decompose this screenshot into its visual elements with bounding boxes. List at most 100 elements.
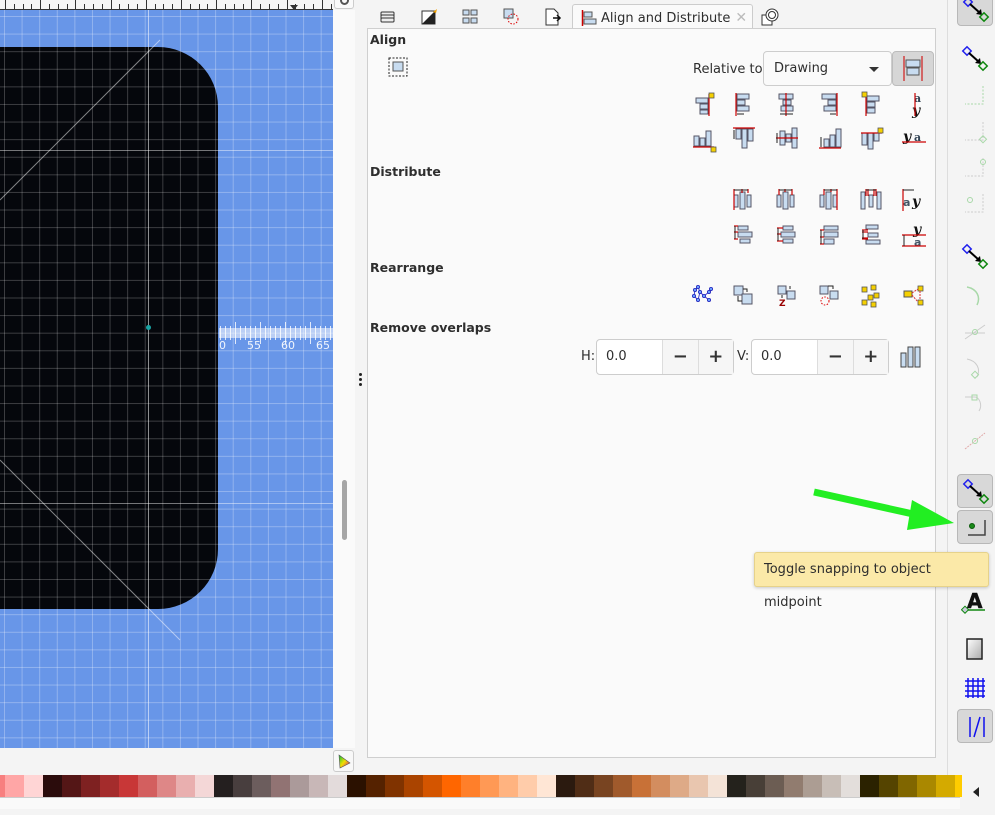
color-swatch[interactable] xyxy=(480,775,499,797)
snap-bbox-centers-toggle[interactable] xyxy=(957,187,993,221)
decrement-button[interactable]: − xyxy=(817,340,853,374)
color-swatch[interactable] xyxy=(252,775,271,797)
color-swatch[interactable] xyxy=(461,775,480,797)
color-swatch[interactable] xyxy=(784,775,803,797)
color-swatch[interactable] xyxy=(860,775,879,797)
color-swatch[interactable] xyxy=(613,775,632,797)
color-swatch[interactable] xyxy=(24,775,43,797)
color-swatch[interactable] xyxy=(366,775,385,797)
unclump-button[interactable] xyxy=(900,282,928,310)
increment-button[interactable]: + xyxy=(852,340,889,374)
color-swatch[interactable] xyxy=(442,775,461,797)
color-swatch[interactable] xyxy=(347,775,366,797)
exchange-z-order-button[interactable]: Z xyxy=(773,282,801,310)
close-tab-icon[interactable]: ✕ xyxy=(735,10,747,26)
layers-icon[interactable] xyxy=(377,6,399,28)
color-swatch[interactable] xyxy=(138,775,157,797)
distribute-vertical-gaps-button[interactable] xyxy=(858,222,886,250)
color-swatch[interactable] xyxy=(499,775,518,797)
snap-bbox-edge-midpoints-toggle[interactable] xyxy=(957,151,993,185)
snap-text-baseline-toggle[interactable]: A xyxy=(957,585,993,619)
zoom-correction-button[interactable] xyxy=(334,0,354,9)
align-bottom-edges-button[interactable] xyxy=(816,125,844,153)
color-swatch[interactable] xyxy=(765,775,784,797)
align-bottom-to-top-anchor-button[interactable] xyxy=(690,125,718,153)
distribute-left-edges-button[interactable] xyxy=(730,186,758,214)
snap-line-midpoints-toggle[interactable] xyxy=(957,424,993,458)
color-swatch[interactable] xyxy=(423,775,442,797)
dock-resize-handle[interactable] xyxy=(355,0,367,760)
drawing-canvas[interactable]: 0 55 60 65 xyxy=(0,10,333,748)
snap-paths-toggle[interactable] xyxy=(957,280,993,314)
color-swatch[interactable] xyxy=(81,775,100,797)
color-swatch[interactable] xyxy=(100,775,119,797)
color-swatch[interactable] xyxy=(309,775,328,797)
color-swatch[interactable] xyxy=(727,775,746,797)
remove-overlaps-button[interactable] xyxy=(898,343,926,371)
align-right-sides-button[interactable] xyxy=(816,90,844,118)
snap-grids-toggle[interactable] xyxy=(957,671,993,705)
exchange-selection-order-button[interactable] xyxy=(730,282,758,310)
color-swatch[interactable] xyxy=(518,775,537,797)
snap-object-midpoint-toggle[interactable] xyxy=(957,510,993,544)
objects-icon[interactable] xyxy=(459,6,481,28)
distribute-centers-horizontal-button[interactable] xyxy=(773,186,801,214)
tab-align-and-distribute[interactable]: Align and Distribute ✕ xyxy=(572,4,753,31)
color-swatch[interactable] xyxy=(404,775,423,797)
export-icon[interactable] xyxy=(541,6,563,28)
color-swatch[interactable] xyxy=(670,775,689,797)
palette-scrollbar[interactable] xyxy=(0,797,960,809)
align-baseline-horizontal-button[interactable]: ya xyxy=(900,125,928,153)
color-swatch[interactable] xyxy=(689,775,708,797)
color-swatch[interactable] xyxy=(271,775,290,797)
color-swatch[interactable] xyxy=(594,775,613,797)
transform-icon[interactable] xyxy=(500,6,522,28)
color-swatch[interactable] xyxy=(898,775,917,797)
vertical-gap-spinbox[interactable]: 0.0 − + xyxy=(751,339,889,375)
snap-bbox-edges-toggle[interactable] xyxy=(957,79,993,113)
horizontal-gap-input[interactable]: 0.0 xyxy=(597,340,662,374)
distribute-baselines-vertical-button[interactable]: ya xyxy=(900,222,928,250)
graph-layout-button[interactable] xyxy=(690,282,718,310)
color-swatch[interactable] xyxy=(936,775,955,797)
snap-smooth-nodes-toggle[interactable] xyxy=(957,388,993,422)
distribute-centers-vertical-button[interactable] xyxy=(773,222,801,250)
color-swatch[interactable] xyxy=(5,775,24,797)
color-swatch[interactable] xyxy=(195,775,214,797)
color-managed-view-toggle[interactable] xyxy=(333,750,354,772)
clone-icon[interactable] xyxy=(759,6,781,28)
color-swatch[interactable] xyxy=(822,775,841,797)
distribute-top-edges-button[interactable] xyxy=(730,222,758,250)
color-swatch[interactable] xyxy=(708,775,727,797)
align-right-edges-to-left-anchor-button[interactable] xyxy=(690,90,718,118)
vertical-gap-input[interactable]: 0.0 xyxy=(752,340,817,374)
color-swatch[interactable] xyxy=(955,775,962,797)
color-swatch[interactable] xyxy=(556,775,575,797)
align-top-edges-button[interactable] xyxy=(730,125,758,153)
color-swatch[interactable] xyxy=(214,775,233,797)
color-swatch[interactable] xyxy=(176,775,195,797)
align-top-to-bottom-anchor-button[interactable] xyxy=(858,125,886,153)
snap-bbox-corners-toggle[interactable] xyxy=(957,115,993,149)
color-swatch[interactable] xyxy=(841,775,860,797)
treat-selection-as-group-icon[interactable] xyxy=(387,56,409,78)
color-swatch[interactable] xyxy=(290,775,309,797)
scrollbar-thumb[interactable] xyxy=(342,480,347,540)
distribute-bottom-edges-button[interactable] xyxy=(816,222,844,250)
snap-guides-toggle[interactable] xyxy=(957,709,993,743)
align-baseline-vertical-button[interactable]: ay xyxy=(900,90,928,119)
color-swatch[interactable] xyxy=(879,775,898,797)
color-swatch[interactable] xyxy=(233,775,252,797)
decrement-button[interactable]: − xyxy=(662,340,698,374)
snap-bounding-boxes-toggle[interactable] xyxy=(957,42,993,76)
color-swatch[interactable] xyxy=(328,775,347,797)
color-swatch[interactable] xyxy=(632,775,651,797)
center-on-vertical-axis-button[interactable] xyxy=(773,90,801,118)
center-on-horizontal-axis-button[interactable] xyxy=(773,125,801,153)
horizontal-ruler[interactable] xyxy=(0,0,333,10)
color-swatch[interactable] xyxy=(537,775,556,797)
enable-snapping-toggle[interactable] xyxy=(957,0,993,26)
relative-to-dropdown[interactable]: Drawing xyxy=(763,51,892,86)
color-swatch[interactable] xyxy=(575,775,594,797)
align-left-edges-to-right-anchor-button[interactable] xyxy=(858,90,886,118)
